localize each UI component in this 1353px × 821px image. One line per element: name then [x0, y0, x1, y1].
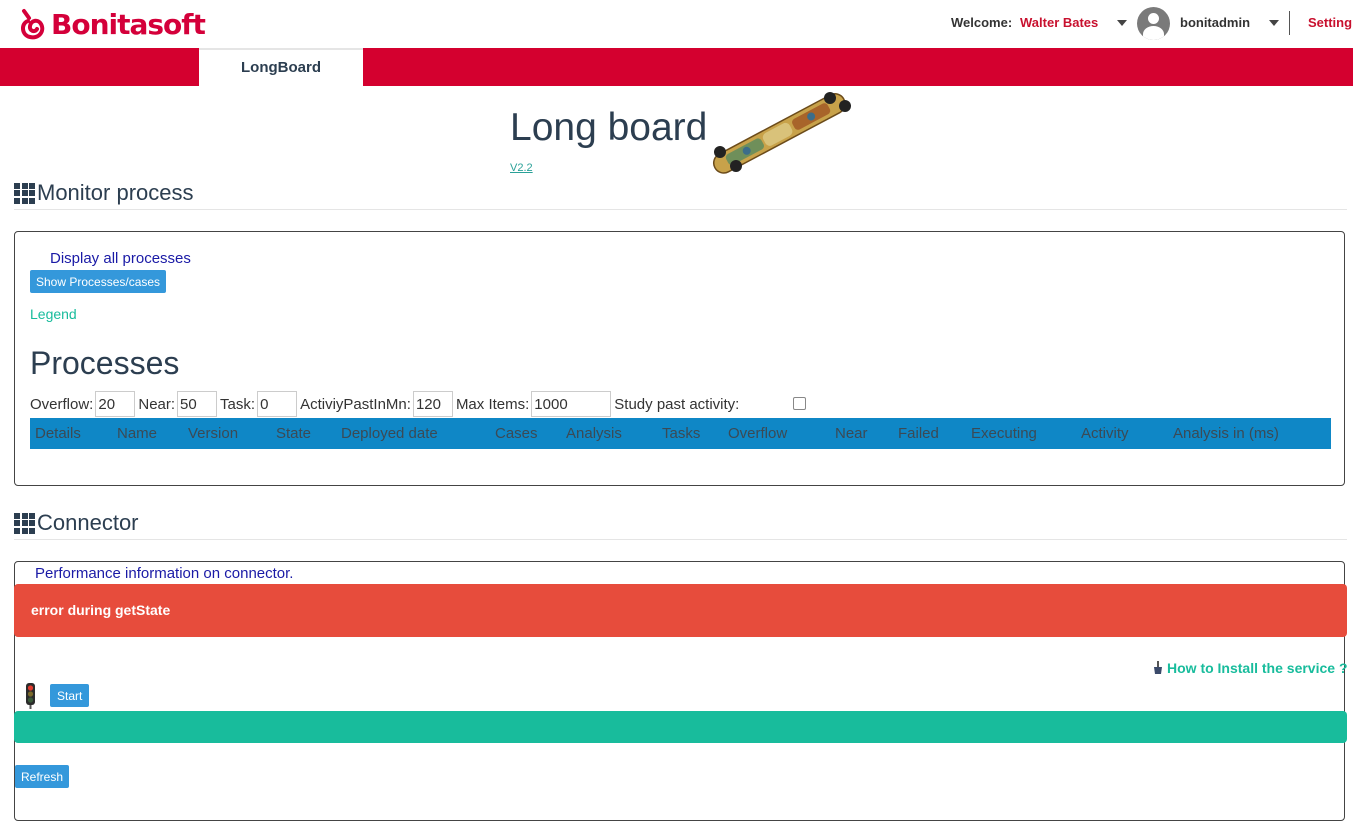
study-past-activity-label: Study past activity:: [614, 395, 740, 413]
longboard-image: [712, 92, 851, 174]
refresh-button[interactable]: Refresh: [15, 765, 70, 788]
show-processes-button[interactable]: Show Processes/cases: [30, 270, 167, 293]
wrench-icon: [1154, 661, 1162, 674]
column-header[interactable]: Executing: [971, 425, 1037, 442]
monitor-section-title: Monitor process: [37, 180, 194, 205]
bonitasoft-logo-icon: [21, 9, 45, 40]
connector-status-bar: [14, 711, 1347, 743]
caret-down-icon[interactable]: [1269, 20, 1279, 26]
how-to-install-link[interactable]: How to Install the service ?: [1152, 660, 1348, 676]
maxitems-label: Max Items:: [455, 395, 530, 413]
column-header[interactable]: Deployed date: [341, 425, 438, 442]
column-header[interactable]: Analysis in (ms): [1173, 425, 1279, 442]
start-button[interactable]: Start: [50, 684, 90, 707]
activity-input[interactable]: [412, 391, 453, 417]
column-header[interactable]: Details: [35, 425, 81, 442]
overflow-label: Overflow:: [30, 395, 94, 413]
task-label: Task:: [220, 395, 256, 413]
column-header[interactable]: Version: [188, 425, 238, 442]
settings-link[interactable]: Setting: [1308, 15, 1352, 30]
login-name[interactable]: bonitadmin: [1180, 15, 1250, 30]
version-link[interactable]: V2.2: [510, 162, 533, 174]
legend-link[interactable]: Legend: [30, 306, 77, 322]
monitor-section-header: Monitor process: [14, 179, 194, 207]
grid-icon: [14, 512, 35, 534]
column-header[interactable]: Failed: [898, 425, 939, 442]
grid-icon: [14, 182, 35, 204]
user-avatar-icon[interactable]: [1137, 7, 1170, 40]
near-input[interactable]: [177, 391, 218, 417]
connector-section-header: Connector: [14, 509, 139, 537]
activity-label: ActiviyPastInMn:: [300, 395, 411, 413]
processes-heading: Processes: [30, 345, 180, 381]
process-filters: Overflow: Near: Task: ActiviyPastInMn: M…: [30, 391, 741, 417]
error-alert: error during getState: [14, 584, 1347, 637]
connector-performance-label: Performance information on connector.: [35, 565, 294, 582]
processes-table-header: Details Name Version State Deployed date…: [30, 418, 1331, 449]
column-header[interactable]: Cases: [495, 425, 538, 442]
page-title: Long board: [510, 106, 708, 149]
header-divider: [1289, 11, 1290, 35]
top-header: Bonitasoft Welcome: Walter Bates bonitad…: [0, 0, 1353, 48]
traffic-light-icon: [26, 683, 35, 709]
column-header[interactable]: Near: [835, 425, 868, 442]
brand-name: Bonitasoft: [51, 7, 206, 41]
maxitems-input[interactable]: [531, 391, 612, 417]
study-past-activity-checkbox[interactable]: [793, 397, 806, 410]
task-input[interactable]: [257, 391, 298, 417]
how-to-install-label: How to Install the service ?: [1167, 660, 1348, 676]
near-label: Near:: [138, 395, 176, 413]
brand-logo[interactable]: Bonitasoft: [18, 6, 206, 42]
connector-section-title: Connector: [37, 510, 139, 535]
welcome-label: Welcome:: [951, 15, 1013, 30]
column-header[interactable]: State: [276, 425, 311, 442]
user-name[interactable]: Walter Bates: [1020, 15, 1098, 30]
section-divider: [14, 539, 1347, 540]
overflow-input[interactable]: [95, 391, 136, 417]
tab-longboard[interactable]: LongBoard: [199, 48, 363, 86]
column-header[interactable]: Overflow: [728, 425, 787, 442]
column-header[interactable]: Tasks: [662, 425, 700, 442]
display-all-processes-link[interactable]: Display all processes: [50, 250, 191, 267]
column-header[interactable]: Analysis: [566, 425, 622, 442]
column-header[interactable]: Activity: [1081, 425, 1129, 442]
section-divider: [14, 209, 1347, 210]
column-header[interactable]: Name: [117, 425, 157, 442]
caret-down-icon[interactable]: [1117, 20, 1127, 26]
